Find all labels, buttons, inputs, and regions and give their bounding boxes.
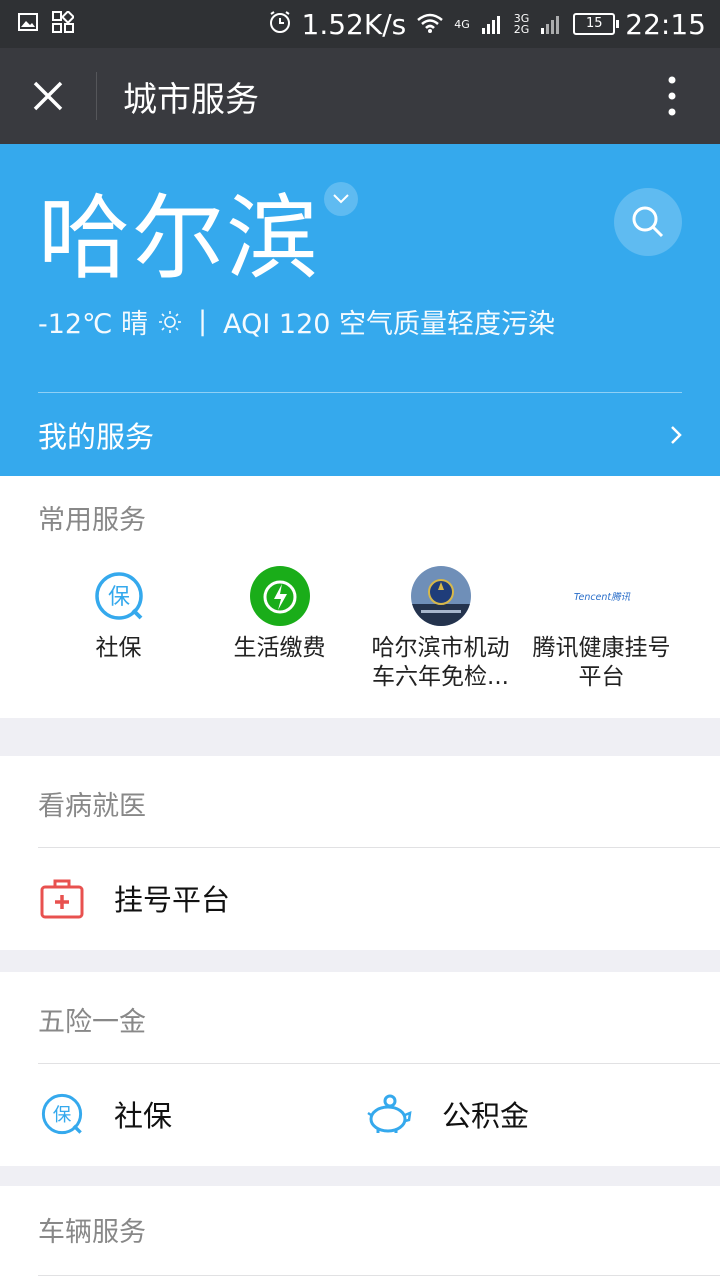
row-label: 挂号平台: [114, 883, 231, 917]
service-label: 腾讯健康挂号平台: [532, 635, 671, 690]
tencent-logo-icon: Tencent腾讯: [572, 566, 632, 626]
police-emblem-icon: [410, 566, 471, 626]
weather-separator: |: [198, 306, 208, 337]
section-header: 车辆服务: [38, 1217, 146, 1248]
gallery-icon: [18, 13, 38, 35]
svg-text:保: 保: [107, 585, 129, 610]
service-grid: 保 社保 生活缴费 哈尔滨市机动车六年免检... Tencent腾讯 腾讯健康挂…: [38, 566, 682, 692]
service-label: 哈尔滨市机动车六年免检...: [371, 635, 510, 690]
network-speed: 1.52K/s: [301, 7, 407, 41]
status-bar: 1.52K/s 4G 3G 2G 15 22:15: [0, 0, 720, 48]
search-button[interactable]: [614, 188, 682, 256]
city-name[interactable]: 哈尔滨: [38, 164, 320, 297]
svg-text:Tencent腾讯: Tencent腾讯: [573, 592, 630, 603]
row-label: 公积金: [442, 1099, 530, 1133]
vehicle-section: 车辆服务: [0, 1186, 720, 1280]
title-divider: [96, 72, 97, 120]
section-header: 看病就医: [38, 791, 146, 822]
sun-icon: [159, 310, 182, 333]
chevron-right-icon: [671, 426, 682, 444]
city-dropdown-button[interactable]: [324, 182, 358, 216]
battery-indicator: 15: [573, 13, 620, 35]
signal-icon-2: [541, 8, 563, 41]
medical-section: 看病就医 挂号平台: [0, 756, 720, 950]
more-button[interactable]: [624, 48, 720, 144]
medical-kit-icon: [40, 879, 84, 919]
more-vertical-icon: [668, 76, 676, 116]
search-icon: [632, 206, 664, 238]
social-insurance-item[interactable]: 保 社保: [40, 1064, 366, 1164]
svg-text:保: 保: [53, 1105, 72, 1126]
aqi-text: AQI 120 空气质量轻度污染: [223, 309, 556, 340]
social-insurance-icon: 保: [89, 566, 149, 626]
clock: 22:15: [625, 7, 706, 41]
service-item-social-insurance[interactable]: 保 社保: [38, 566, 199, 692]
utility-payment-icon: [249, 566, 310, 626]
medical-row: 挂号平台: [0, 848, 720, 948]
weather-info: -12℃ 晴 | AQI 120 空气质量轻度污染: [38, 302, 555, 341]
chevron-down-icon: [333, 194, 349, 204]
registration-platform-item[interactable]: 挂号平台: [40, 848, 230, 948]
my-services-link[interactable]: 我的服务: [38, 410, 682, 460]
weather-text: -12℃ 晴: [38, 309, 149, 340]
insurance-row: 保 社保 公积金: [0, 1064, 720, 1164]
network-type-1: 4G: [454, 17, 470, 31]
service-item-utility-payment[interactable]: 生活缴费: [199, 566, 360, 692]
social-insurance-icon: 保: [41, 1093, 83, 1135]
network-type-2: 3G 2G: [513, 12, 530, 36]
apps-icon: [52, 9, 76, 37]
service-item-tencent-health[interactable]: Tencent腾讯 腾讯健康挂号平台: [521, 566, 682, 692]
close-button[interactable]: [0, 48, 96, 144]
page-title: 城市服务: [123, 79, 259, 120]
housing-fund-item[interactable]: 公积金: [366, 1064, 529, 1164]
insurance-section: 五险一金 保 社保 公积金: [0, 972, 720, 1166]
piggy-bank-icon: [367, 1094, 412, 1133]
my-services-label: 我的服务: [38, 420, 155, 454]
service-label: 生活缴费: [233, 635, 326, 661]
row-label: 社保: [114, 1099, 173, 1133]
signal-icon: [481, 8, 504, 41]
alarm-icon: [268, 8, 292, 41]
hero-divider: [38, 392, 682, 393]
city-header: 哈尔滨 -12℃ 晴 | AQI 120 空气质量轻度污染 我的服务: [0, 144, 720, 476]
title-bar: 城市服务: [0, 48, 720, 144]
service-label: 社保: [95, 635, 142, 661]
common-services-section: 常用服务 保 社保 生活缴费 哈尔滨市机动车六年免检... Tencent腾讯 …: [0, 476, 720, 718]
wifi-icon: [416, 8, 444, 41]
service-item-vehicle-inspection[interactable]: 哈尔滨市机动车六年免检...: [360, 566, 521, 692]
close-icon: [33, 81, 63, 111]
section-header: 五险一金: [38, 1007, 146, 1038]
section-header: 常用服务: [38, 505, 146, 536]
section-divider: [38, 1275, 720, 1276]
